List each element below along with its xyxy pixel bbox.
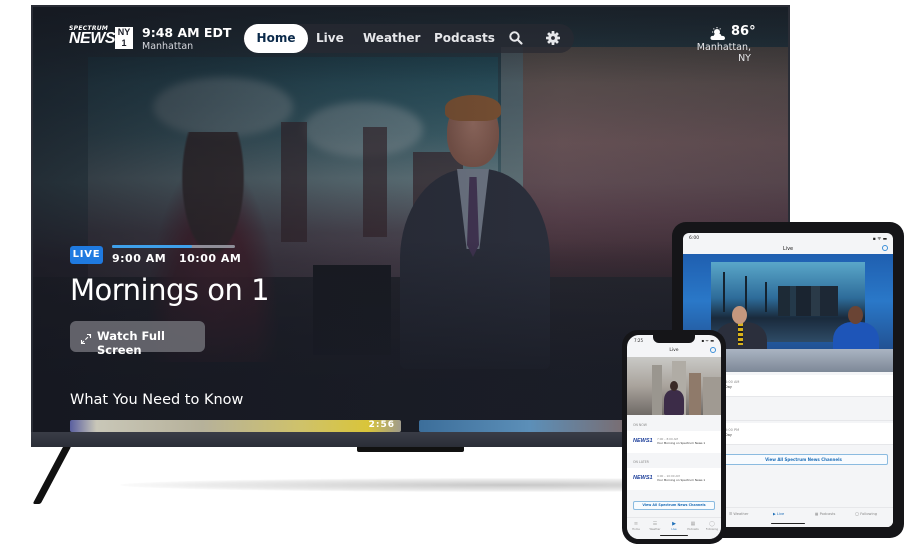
current-time: 9:48 AM EDT — [142, 25, 232, 40]
nav-live[interactable]: Live — [316, 24, 344, 53]
home-indicator — [771, 522, 805, 524]
watch-full-screen-label: Watch Full Screen — [97, 329, 165, 357]
program-title: Mornings on 1 — [70, 273, 270, 307]
program-start-time: 9:00 AM — [112, 252, 167, 265]
channel-logo: NEWS1 — [633, 475, 653, 481]
home-indicator — [660, 534, 688, 536]
clock-location: Manhattan — [142, 41, 194, 52]
tab-live[interactable]: ▶ Live — [665, 521, 683, 531]
video-card[interactable]: 2:56 — [70, 420, 401, 432]
phone-notch — [653, 335, 695, 343]
tab-podcasts[interactable]: ▦ Podcasts — [684, 521, 702, 531]
tab-podcasts[interactable]: ▦ Podcasts — [815, 512, 835, 516]
nav-home[interactable]: Home — [244, 24, 308, 53]
phone-status-time: 7:25 — [634, 338, 643, 343]
section-title: What You Need to Know — [70, 392, 244, 408]
reporter — [664, 381, 684, 415]
tablet-status-icons: ▪ ᯤ ▬ — [872, 237, 887, 242]
live-badge: LIVE — [70, 246, 103, 264]
search-icon[interactable] — [508, 30, 524, 46]
schedule-row[interactable]: NEWS1 9:00 – 10:00 AM Your Morning on Sp… — [627, 468, 721, 490]
program-end-time: 10:00 AM — [179, 252, 242, 265]
tab-home[interactable]: ≡ Home — [627, 521, 645, 531]
view-all-channels-button[interactable]: View All Spectrum News Channels — [633, 501, 715, 510]
phone-page-title: Live — [669, 348, 679, 353]
schedule-row[interactable]: NEWS1 7:00 – 8:00 AM Your Morning on Spe… — [627, 431, 721, 453]
phone-status-icons: ▪ ᯤ ▬ — [701, 338, 714, 343]
view-all-channels-button[interactable]: View All Spectrum News Channels — [719, 454, 888, 465]
tab-weather[interactable]: ☰ Weather — [729, 512, 749, 516]
video-duration: 2:56 — [368, 420, 395, 430]
weather-temperature: 86° — [731, 24, 756, 39]
tab-following[interactable]: ◯ Following — [855, 512, 877, 516]
watch-full-screen-button[interactable]: Watch Full Screen — [70, 321, 205, 357]
schedule-group-header: ON NOW — [633, 423, 647, 427]
nav-weather[interactable]: Weather — [363, 24, 420, 53]
tab-following[interactable]: ◯ Following — [703, 521, 721, 531]
gear-icon[interactable] — [710, 347, 716, 353]
tv-stand-leg — [32, 446, 72, 504]
phone-live-video[interactable] — [627, 357, 721, 415]
tab-weather[interactable]: ☰ Weather — [646, 521, 664, 531]
gear-icon[interactable] — [882, 245, 888, 251]
gear-icon[interactable] — [545, 30, 561, 46]
weather-location: Manhattan, NY — [696, 42, 751, 64]
schedule-group-header: ON LATER — [633, 460, 649, 464]
spectrum-news-logo: SPECTRUM NEWS NY 1 — [69, 25, 133, 51]
partly-sunny-icon — [709, 26, 729, 40]
phone-device: 7:25 ▪ ᯤ ▬ Live ON NOW NEWS1 7:00 – 8:00… — [622, 330, 726, 544]
tv-stand-bar — [357, 447, 464, 452]
phone-tab-bar: ≡ Home ☰ Weather ▶ Live ▦ Podcasts ◯ Followin… — [627, 517, 721, 539]
tablet-page-title: Live — [782, 246, 794, 252]
tablet-status-time: 6:00 — [689, 236, 700, 241]
program-progress — [112, 245, 235, 248]
channel-logo: NEWS1 — [633, 438, 653, 444]
program-progress-fill — [112, 245, 192, 248]
product-showcase: SPECTRUM NEWS NY 1 9:48 AM EDT Manhattan… — [0, 0, 916, 550]
phone-screen: 7:25 ▪ ᯤ ▬ Live ON NOW NEWS1 7:00 – 8:00… — [627, 335, 721, 539]
expand-icon — [80, 330, 92, 345]
nav-podcasts[interactable]: Podcasts — [434, 24, 495, 53]
tab-live[interactable]: ▶ Live — [773, 512, 784, 516]
